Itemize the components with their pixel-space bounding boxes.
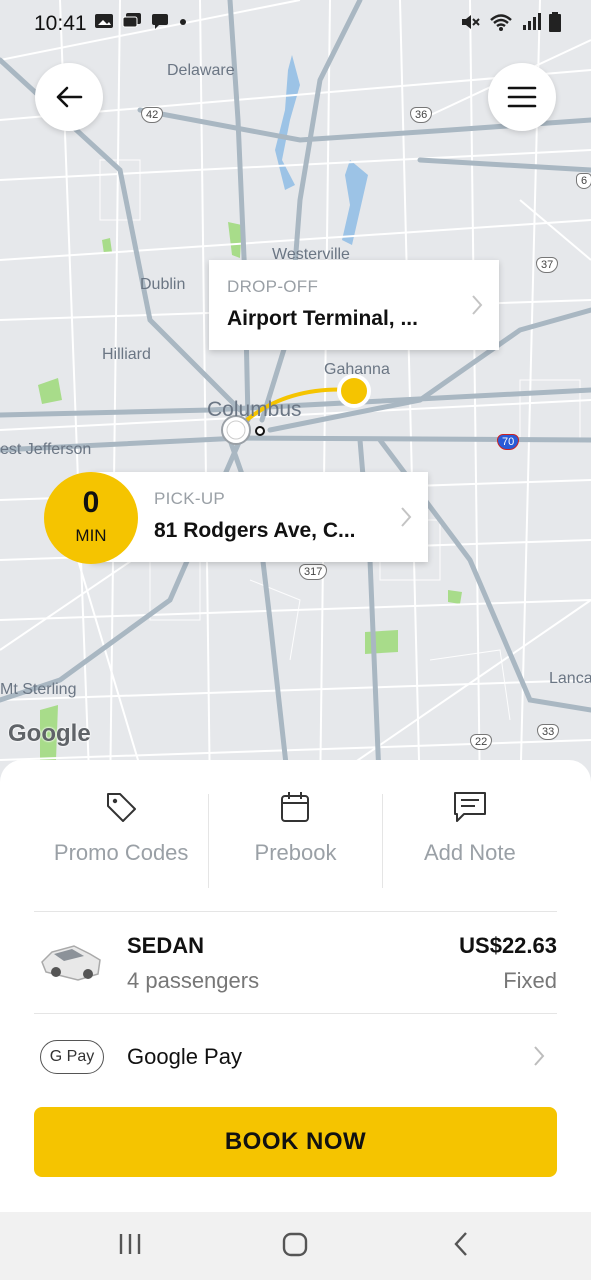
divider <box>34 1013 557 1014</box>
booking-sheet: Promo Codes Prebook Add Note SEDAN 4 pas… <box>0 760 591 1212</box>
map-label-dublin: Dublin <box>140 276 186 293</box>
battery-icon <box>549 12 561 32</box>
chevron-right-icon <box>472 295 483 315</box>
back-nav-icon[interactable] <box>452 1230 470 1258</box>
eta-unit: MIN <box>75 526 107 545</box>
sedan-car-icon <box>41 945 101 981</box>
pickup-heading: PICK-UP <box>154 489 226 508</box>
map-label-lancaster: Lanca <box>549 670 591 687</box>
back-button[interactable] <box>35 63 103 131</box>
prebook-button[interactable]: Prebook <box>208 790 382 890</box>
map-label-mt-sterling: Mt Sterling <box>0 681 77 698</box>
promo-codes-label: Promo Codes <box>53 840 189 865</box>
pickup-card[interactable]: PICK-UP 81 Rodgers Ave, C... <box>90 472 428 562</box>
recent-apps-icon[interactable] <box>118 1230 142 1258</box>
prebook-label: Prebook <box>254 840 337 865</box>
mute-icon <box>462 15 480 29</box>
signal-icon <box>523 13 541 30</box>
book-now-button[interactable]: BOOK NOW <box>34 1107 557 1177</box>
hamburger-icon <box>507 86 537 108</box>
vehicle-capacity: 4 passengers <box>127 968 260 993</box>
dropoff-heading: DROP-OFF <box>227 277 319 296</box>
action-row: Promo Codes Prebook Add Note <box>34 790 557 890</box>
eta-badge: 0 MIN <box>44 472 138 564</box>
chevron-right-icon <box>534 1046 545 1066</box>
status-bar: 10:41 <box>0 0 591 46</box>
note-icon <box>453 792 486 822</box>
promo-codes-button[interactable]: Promo Codes <box>34 790 208 890</box>
dropoff-card[interactable]: DROP-OFF Airport Terminal, ... <box>209 260 499 350</box>
dropoff-address: Airport Terminal, ... <box>227 307 418 330</box>
route-shield-317: 317 <box>299 564 328 580</box>
google-pay-badge: G Pay <box>40 1040 104 1074</box>
google-pay-badge-text: G Pay <box>49 1048 95 1065</box>
chat-icon <box>152 14 168 29</box>
chevron-right-icon <box>401 507 412 527</box>
map-label-gahanna: Gahanna <box>324 361 390 378</box>
payment-method: Google Pay <box>127 1044 242 1069</box>
map-label-columbus: Columbus <box>207 398 302 421</box>
fare-price: US$22.63 <box>459 933 557 958</box>
gallery-icon <box>95 14 113 28</box>
menu-button[interactable] <box>488 63 556 131</box>
dropoff-pin <box>337 374 371 408</box>
map-label-west-jefferson: est Jefferson <box>0 441 92 458</box>
map-label-delaware: Delaware <box>167 62 235 79</box>
add-note-label: Add Note <box>423 840 516 865</box>
wifi-icon <box>490 14 512 31</box>
tag-icon <box>107 793 137 822</box>
calendar-icon <box>281 792 310 822</box>
vehicle-type: SEDAN <box>127 933 205 958</box>
arrow-left-icon <box>56 86 83 108</box>
add-note-button[interactable]: Add Note <box>383 790 557 890</box>
fare-type: Fixed <box>503 968 557 993</box>
home-icon[interactable] <box>282 1230 308 1258</box>
map-label-hilliard: Hilliard <box>102 346 151 363</box>
pickup-address: 81 Rodgers Ave, C... <box>154 519 356 542</box>
message-icon <box>122 13 141 28</box>
eta-value: 0 <box>82 486 100 519</box>
system-nav-bar <box>0 1212 591 1280</box>
divider <box>208 794 209 888</box>
more-notifications-icon <box>180 19 186 25</box>
status-time: 10:41 <box>34 12 87 35</box>
google-attribution: Google <box>8 720 91 747</box>
divider <box>382 794 383 888</box>
divider <box>34 911 557 912</box>
route-shield-6: 6 <box>576 173 591 189</box>
